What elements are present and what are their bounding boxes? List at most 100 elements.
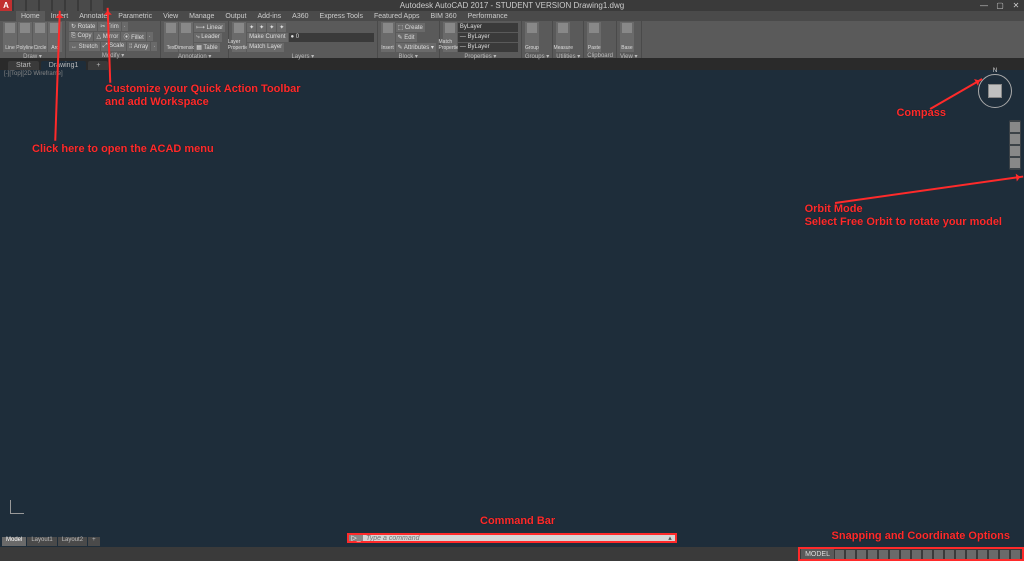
ribbon-small-button[interactable]: △ Mirror: [94, 32, 120, 41]
status-toggle-icon[interactable]: [967, 550, 976, 559]
zoom-icon[interactable]: [1010, 146, 1020, 156]
ribbon-tab-annotate[interactable]: Annotate: [74, 11, 112, 21]
ribbon-small-button[interactable]: ·: [122, 22, 128, 31]
layout-tab[interactable]: Model: [2, 537, 26, 546]
ribbon-small-button[interactable]: ✦: [247, 23, 256, 32]
layer-selector[interactable]: ● 0: [289, 33, 374, 42]
maximize-button[interactable]: ▢: [992, 0, 1008, 11]
status-toggle-icon[interactable]: [945, 550, 954, 559]
status-toggle-icon[interactable]: [868, 550, 877, 559]
command-line-icon[interactable]: ▷_: [349, 535, 363, 541]
status-toggle-icon[interactable]: [890, 550, 899, 559]
status-toggle-icon[interactable]: [835, 550, 844, 559]
qat-button[interactable]: [92, 0, 103, 11]
ribbon-small-button[interactable]: Match Layer: [247, 43, 284, 52]
ribbon-small-button[interactable]: ·: [147, 32, 153, 41]
ribbon-tab-bim-360[interactable]: BIM 360: [426, 11, 462, 21]
ribbon-small-button[interactable]: ✦: [267, 23, 276, 32]
status-toggle-icon[interactable]: [956, 550, 965, 559]
close-button[interactable]: ✕: [1008, 0, 1024, 11]
ribbon-tab-output[interactable]: Output: [220, 11, 251, 21]
ribbon-small-button[interactable]: ⦿ Fillet: [121, 32, 145, 41]
qat-button[interactable]: [53, 0, 64, 11]
ribbon-small-button[interactable]: Make Current: [247, 33, 287, 42]
panel-title[interactable]: Utilities ▾: [556, 52, 580, 60]
layout-tab[interactable]: Layout2: [58, 537, 87, 546]
ribbon-small-button[interactable]: ✂ Trim: [98, 22, 120, 31]
qat-button[interactable]: [40, 0, 51, 11]
ucs-icon[interactable]: [6, 500, 24, 518]
circle-button[interactable]: Circle: [33, 22, 47, 52]
status-toggle-icon[interactable]: [901, 550, 910, 559]
orbit-icon[interactable]: [1010, 158, 1020, 168]
ribbon-small-button[interactable]: ▦ Table: [194, 43, 220, 52]
ribbon-small-button[interactable]: ⤷ Leader: [194, 33, 222, 42]
insert-button[interactable]: Insert: [381, 22, 395, 52]
qat-button[interactable]: [79, 0, 90, 11]
ribbon-small-button[interactable]: ·: [151, 42, 157, 51]
status-toggle-icon[interactable]: [1011, 550, 1020, 559]
status-toggle-icon[interactable]: [934, 550, 943, 559]
property-selector[interactable]: ByLayer: [458, 23, 518, 32]
file-tab[interactable]: Drawing1: [41, 61, 87, 70]
ribbon-tab-view[interactable]: View: [158, 11, 183, 21]
panel-title[interactable]: Block ▾: [381, 52, 436, 60]
ribbon-tab-manage[interactable]: Manage: [184, 11, 219, 21]
view-cube[interactable]: N: [974, 70, 1016, 112]
property-selector[interactable]: — ByLayer: [458, 33, 518, 42]
file-tab[interactable]: Start: [8, 61, 39, 70]
ribbon-small-button[interactable]: ⟼ Linear: [194, 23, 225, 32]
status-toggle-icon[interactable]: [989, 550, 998, 559]
panel-title[interactable]: Layers ▾: [232, 52, 373, 60]
panel-title[interactable]: Properties ▾: [443, 52, 518, 60]
status-toggle-icon[interactable]: [978, 550, 987, 559]
ribbon-tab-performance[interactable]: Performance: [463, 11, 513, 21]
base-button[interactable]: Base: [620, 22, 634, 52]
paste-button[interactable]: Paste: [587, 22, 601, 52]
ribbon-small-button[interactable]: ↻ Rotate: [69, 22, 97, 31]
ribbon-small-button[interactable]: ↔ Stretch: [69, 42, 100, 51]
layout-tab[interactable]: Layout1: [27, 537, 56, 546]
ribbon-tab-home[interactable]: Home: [16, 11, 45, 21]
panel-title[interactable]: Draw ▾: [3, 52, 62, 60]
panel-title[interactable]: Groups ▾: [525, 52, 549, 60]
pan-icon[interactable]: [1010, 134, 1020, 144]
viewport-label[interactable]: [-][Top][2D Wireframe]: [4, 71, 63, 77]
ribbon-tab-express-tools[interactable]: Express Tools: [315, 11, 368, 21]
line-button[interactable]: Line: [3, 22, 17, 52]
ribbon-tab-featured-apps[interactable]: Featured Apps: [369, 11, 425, 21]
group-button[interactable]: Group: [525, 22, 539, 52]
match-properties-button[interactable]: Match Properties: [443, 22, 457, 52]
ribbon-tab-insert[interactable]: Insert: [46, 11, 74, 21]
status-toggle-icon[interactable]: [923, 550, 932, 559]
nav-wheel-icon[interactable]: [1010, 122, 1020, 132]
dimension-button[interactable]: Dimension: [179, 22, 193, 52]
ribbon-small-button[interactable]: ⬚ Create: [396, 23, 425, 32]
drawing-canvas[interactable]: [-][Top][2D Wireframe] N: [0, 70, 1024, 546]
panel-title[interactable]: Annotation ▾: [164, 52, 225, 60]
ribbon-tab-parametric[interactable]: Parametric: [113, 11, 157, 21]
ribbon-small-button[interactable]: ✎ Attributes ▾: [396, 43, 436, 52]
viewcube-face[interactable]: [988, 84, 1002, 98]
ribbon-tab-add-ins[interactable]: Add-ins: [252, 11, 286, 21]
ribbon-small-button[interactable]: ⁞⁞ Array: [127, 42, 150, 51]
qat-button[interactable]: [66, 0, 77, 11]
ribbon-small-button[interactable]: ⤢ Scale: [101, 42, 126, 51]
qat-button[interactable]: [14, 0, 25, 11]
status-toggle-icon[interactable]: [846, 550, 855, 559]
app-menu-icon[interactable]: A: [0, 0, 12, 11]
command-history-icon[interactable]: ▴: [665, 534, 675, 542]
status-toggle-icon[interactable]: [879, 550, 888, 559]
minimize-button[interactable]: —: [976, 0, 992, 11]
arc-button[interactable]: Arc: [48, 22, 62, 52]
qat-button[interactable]: [27, 0, 38, 11]
ribbon-small-button[interactable]: ✦: [277, 23, 286, 32]
model-space-button[interactable]: MODEL: [801, 549, 834, 559]
status-toggle-icon[interactable]: [912, 550, 921, 559]
panel-title[interactable]: View ▾: [620, 52, 638, 60]
command-input[interactable]: [363, 535, 665, 541]
measure-button[interactable]: Measure: [556, 22, 570, 52]
status-toggle-icon[interactable]: [857, 550, 866, 559]
layer-properties-button[interactable]: Layer Properties: [232, 22, 246, 52]
ribbon-small-button[interactable]: ✎ Edit: [396, 33, 417, 42]
